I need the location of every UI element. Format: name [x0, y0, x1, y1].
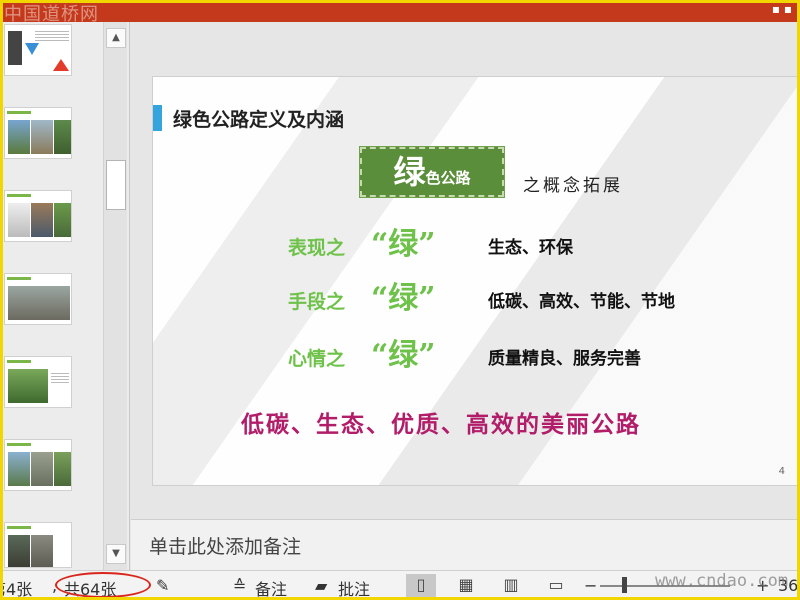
row-value[interactable]: 质量精良、服务完善 [488, 344, 641, 369]
zoom-out-button[interactable]: − [584, 576, 597, 595]
highlight-circle [55, 572, 151, 598]
row-label[interactable]: 心情之 [288, 344, 345, 371]
thumbnail-scrollbar[interactable]: ▲ ▼ [103, 22, 127, 570]
notes-pane[interactable]: 单击此处添加备注 [131, 519, 800, 570]
row-quote[interactable]: “绿” [371, 273, 436, 317]
spellcheck-icon[interactable]: ✎ [156, 576, 169, 595]
scroll-down-button[interactable]: ▼ [106, 544, 126, 564]
current-slide[interactable]: 绿色公路定义及内涵 绿色公路 之概念拓展 表现之 “绿” 生态、环保 手段之 “… [152, 76, 798, 486]
row-value[interactable]: 低碳、高效、节能、节地 [488, 287, 675, 312]
title-accent-bar [153, 105, 162, 131]
notes-icon[interactable]: ≙ [233, 576, 246, 595]
row-quote[interactable]: “绿” [371, 330, 436, 374]
slide-thumbnail[interactable] [4, 24, 72, 76]
row-value[interactable]: 生态、环保 [488, 233, 573, 258]
slide-thumbnail[interactable] [4, 439, 72, 491]
row-label[interactable]: 手段之 [288, 287, 345, 314]
slideshow-button[interactable]: ▭ [541, 574, 571, 598]
slide-index: 第4张 [0, 580, 33, 599]
slide-thumbnail[interactable] [4, 273, 72, 325]
slide-thumbnail[interactable] [4, 190, 72, 242]
arrow-down-icon [25, 43, 39, 55]
slide-title[interactable]: 绿色公路定义及内涵 [173, 105, 344, 132]
concept-label[interactable]: 之概念拓展 [523, 171, 623, 196]
slide-page-number: 4 [778, 466, 785, 477]
slide-sorter-button[interactable]: ▦ [451, 574, 481, 598]
green-road-box[interactable]: 绿色公路 [359, 146, 505, 198]
notes-placeholder[interactable]: 单击此处添加备注 [149, 532, 301, 559]
row-quote[interactable]: “绿” [371, 219, 436, 263]
title-bar: 中国道桥网 ▪ ▪ [0, 0, 800, 25]
notes-button[interactable]: 备注 [255, 576, 287, 600]
reading-view-button[interactable]: ▥ [496, 574, 526, 598]
normal-view-button[interactable]: ▯ [406, 574, 436, 598]
row-label[interactable]: 表现之 [288, 233, 345, 260]
arrow-up-icon [53, 59, 69, 71]
slide-canvas[interactable]: 绿色公路定义及内涵 绿色公路 之概念拓展 表现之 “绿” 生态、环保 手段之 “… [131, 22, 800, 519]
scroll-up-button[interactable]: ▲ [106, 28, 126, 48]
zoom-slider-thumb[interactable] [622, 577, 627, 593]
scroll-thumb[interactable] [106, 160, 126, 210]
slide-thumbnail[interactable] [4, 107, 72, 159]
watermark-bottom: www.cndao.com [655, 571, 789, 591]
green-box-big-char: 绿 [393, 153, 426, 191]
slogan[interactable]: 低碳、生态、优质、高效的美丽公路 [241, 405, 641, 439]
green-box-small-text: 色公路 [425, 169, 471, 187]
comments-button[interactable]: 批注 [338, 576, 370, 600]
slide-thumbnail[interactable] [4, 356, 72, 408]
window-controls[interactable]: ▪ ▪ [772, 2, 792, 16]
comment-icon[interactable]: ▰ [315, 576, 327, 595]
slide-thumbnail[interactable] [4, 522, 72, 568]
